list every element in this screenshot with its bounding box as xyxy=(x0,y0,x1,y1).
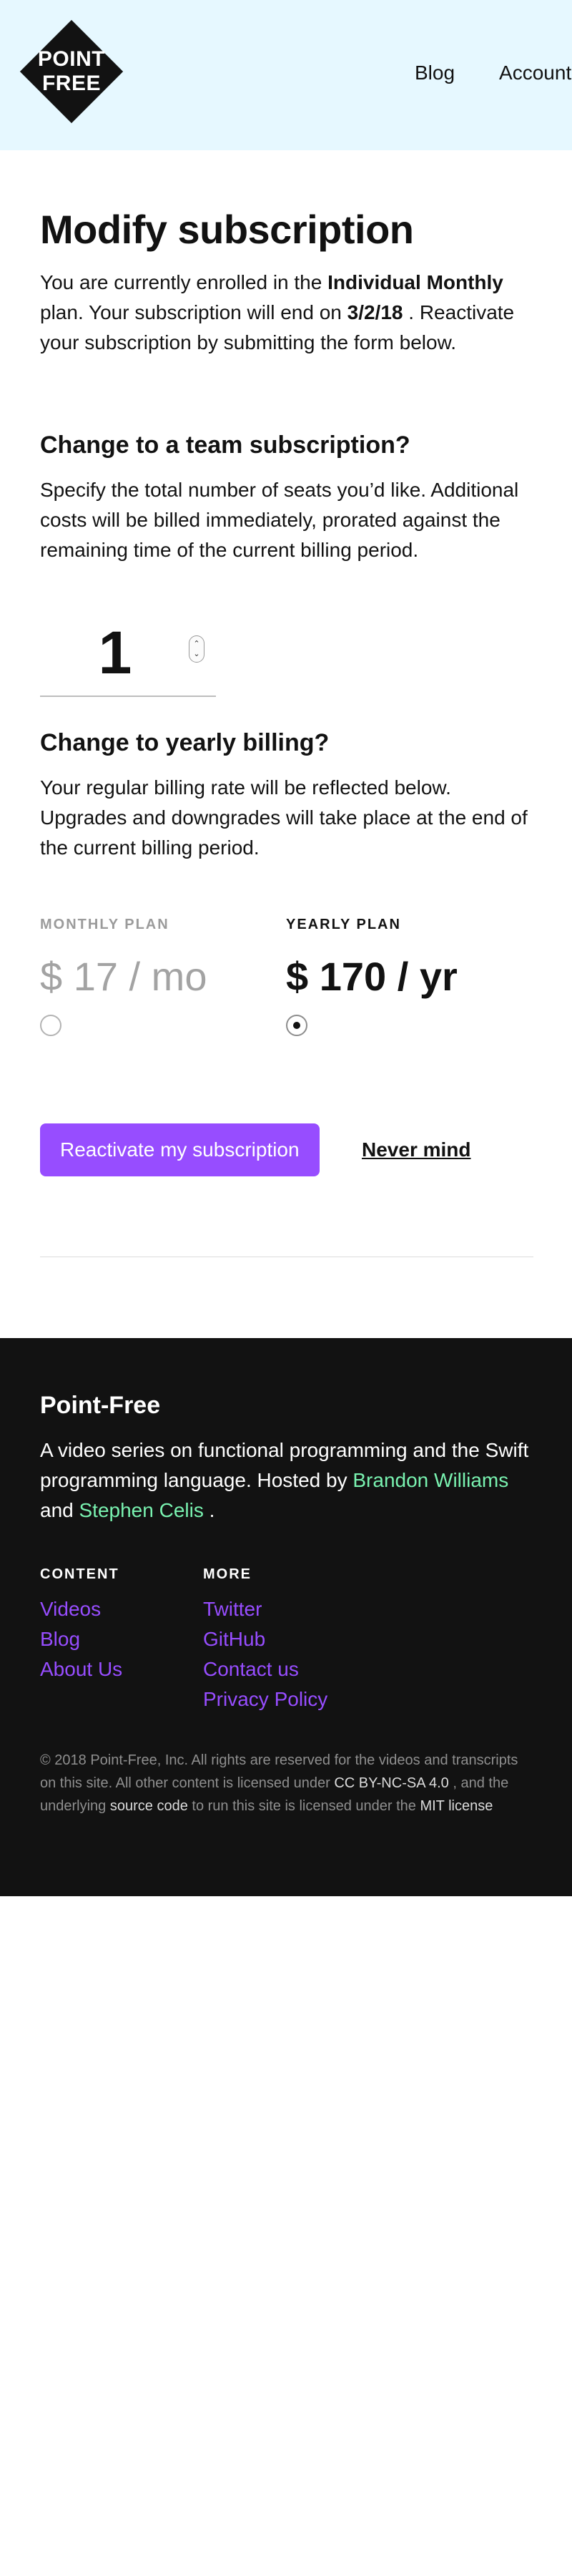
subscription-end-date: 3/2/18 xyxy=(347,301,403,323)
seats-stepper[interactable]: ⌃ ⌄ xyxy=(189,635,204,663)
radio-monthly[interactable] xyxy=(40,1015,61,1036)
logo-line-1: POINT xyxy=(37,47,106,71)
footer-column-title-content: CONTENT xyxy=(40,1566,119,1582)
radio-selected-dot xyxy=(293,1022,300,1029)
footer-column-title-more: MORE xyxy=(203,1566,252,1582)
footer-link-github[interactable]: GitHub xyxy=(203,1624,327,1654)
footer-link-blog[interactable]: Blog xyxy=(40,1624,122,1654)
intro-part-2: plan. Your subscription will end on xyxy=(40,301,342,323)
intro-part-1: You are currently enrolled in the xyxy=(40,271,322,293)
site-header: POINT FREE Blog Account xyxy=(0,0,572,150)
yearly-billing-description: Your regular billing rate will be reflec… xyxy=(40,776,528,859)
logo-text: POINT FREE xyxy=(20,20,123,123)
footer-brand: Point-Free xyxy=(40,1392,161,1419)
radio-yearly[interactable] xyxy=(286,1015,307,1036)
main-nav: Blog Account xyxy=(415,62,571,84)
footer-desc-and: and xyxy=(40,1499,74,1521)
plan-option-yearly[interactable]: YEARLY PLAN $ 170 / yr xyxy=(286,916,522,1036)
footer-link-videos[interactable]: Videos xyxy=(40,1594,122,1624)
yearly-billing-heading: Change to yearly billing? xyxy=(40,729,330,756)
author-link-brandon[interactable]: Brandon Williams xyxy=(352,1469,508,1491)
footer-description: A video series on functional programming… xyxy=(40,1435,533,1526)
point-free-logo[interactable]: POINT FREE xyxy=(19,19,124,124)
nav-link-blog[interactable]: Blog xyxy=(415,62,455,84)
site-footer: Point-Free A video series on functional … xyxy=(0,1338,572,1896)
stepper-down-icon[interactable]: ⌄ xyxy=(193,649,199,659)
subscription-status-text: You are currently enrolled in the Indivi… xyxy=(40,268,533,358)
source-code-link[interactable]: source code xyxy=(110,1798,188,1814)
seats-value[interactable]: 1 xyxy=(40,617,190,688)
license-link-mit[interactable]: MIT license xyxy=(420,1798,493,1814)
page-title: Modify subscription xyxy=(40,207,414,252)
plan-price-monthly: $ 17 / mo xyxy=(40,954,207,999)
reactivate-subscription-button[interactable]: Reactivate my subscription xyxy=(40,1123,320,1176)
stepper-up-icon[interactable]: ⌃ xyxy=(193,639,199,649)
plan-price-yearly: $ 170 / yr xyxy=(286,954,458,999)
team-subscription-description: Specify the total number of seats you’d … xyxy=(40,479,519,561)
footer-link-about-us[interactable]: About Us xyxy=(40,1654,122,1684)
footer-link-contact-us[interactable]: Contact us xyxy=(203,1654,327,1684)
license-link-cc[interactable]: CC BY-NC-SA 4.0 xyxy=(334,1775,448,1791)
plan-option-monthly[interactable]: MONTHLY PLAN $ 17 / mo xyxy=(40,916,276,1036)
plan-label-yearly: YEARLY PLAN xyxy=(286,917,401,932)
never-mind-link[interactable]: Never mind xyxy=(362,1138,471,1162)
current-plan-name: Individual Monthly xyxy=(327,271,503,293)
plan-label-monthly: MONTHLY PLAN xyxy=(40,917,169,932)
footer-link-twitter[interactable]: Twitter xyxy=(203,1594,327,1624)
footer-desc-end: . xyxy=(209,1499,215,1521)
author-link-stephen[interactable]: Stephen Celis xyxy=(79,1499,204,1521)
legal-part-3: to run this site is licensed under the xyxy=(192,1798,416,1814)
seats-quantity-input[interactable]: 1 ⌃ ⌄ xyxy=(40,613,216,697)
team-subscription-heading: Change to a team subscription? xyxy=(40,431,410,459)
nav-link-account[interactable]: Account xyxy=(499,62,571,84)
footer-legal-text: © 2018 Point-Free, Inc. All rights are r… xyxy=(40,1749,533,1818)
footer-column-more: MORE Twitter GitHub Contact us Privacy P… xyxy=(203,1566,327,1714)
logo-line-2: FREE xyxy=(41,72,101,95)
footer-column-content: CONTENT Videos Blog About Us xyxy=(40,1566,122,1684)
footer-link-privacy-policy[interactable]: Privacy Policy xyxy=(203,1684,327,1714)
